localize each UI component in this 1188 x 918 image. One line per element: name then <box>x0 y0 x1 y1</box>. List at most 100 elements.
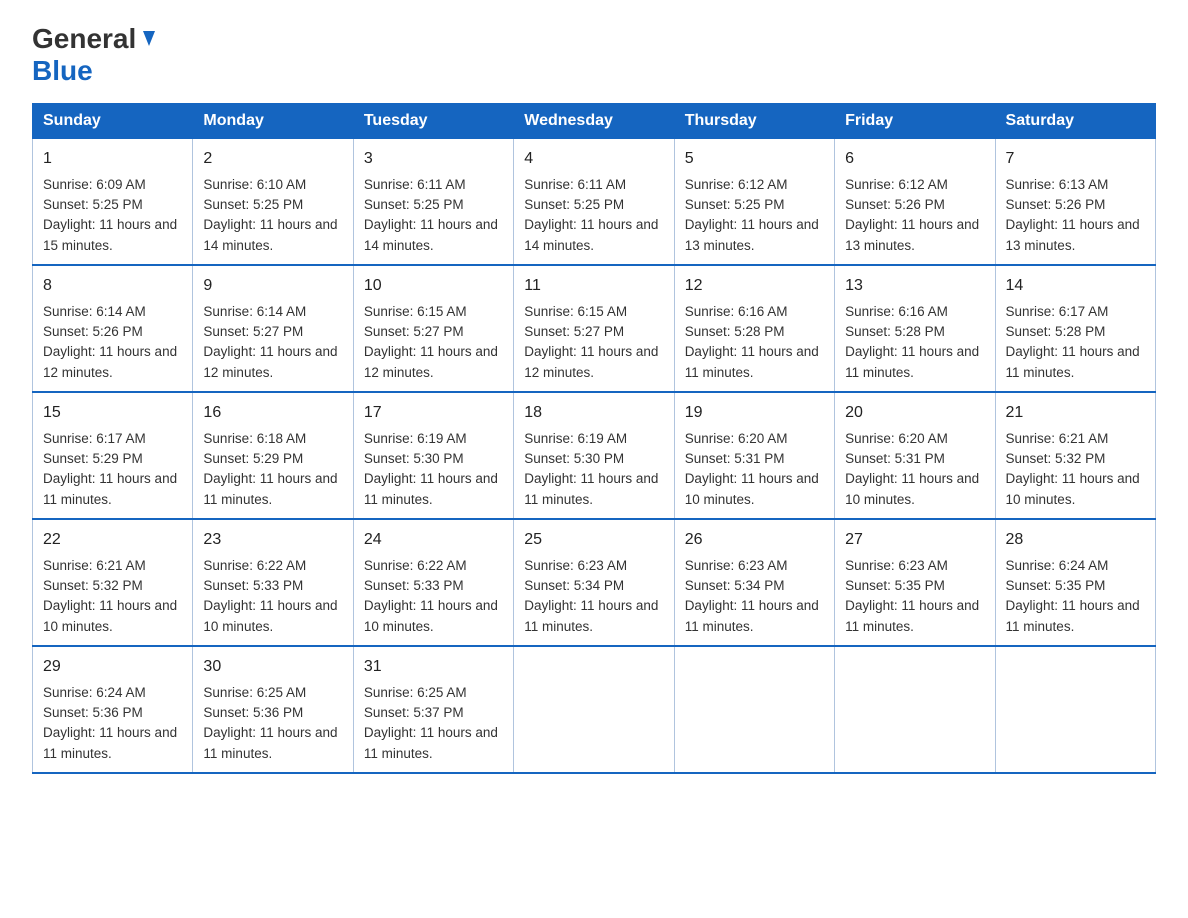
daylight-text: Daylight: 11 hours and 13 minutes. <box>685 217 819 252</box>
sunrise-text: Sunrise: 6:11 AM <box>364 177 466 192</box>
daylight-text: Daylight: 11 hours and 12 minutes. <box>364 344 498 379</box>
logo-arrow-icon <box>138 28 160 50</box>
day-number: 7 <box>1006 147 1145 171</box>
day-number: 26 <box>685 528 824 552</box>
calendar-cell: 16 Sunrise: 6:18 AM Sunset: 5:29 PM Dayl… <box>193 392 353 519</box>
sunrise-text: Sunrise: 6:19 AM <box>524 431 627 446</box>
sunrise-text: Sunrise: 6:24 AM <box>1006 558 1109 573</box>
sunrise-text: Sunrise: 6:17 AM <box>43 431 146 446</box>
week-row-2: 8 Sunrise: 6:14 AM Sunset: 5:26 PM Dayli… <box>33 265 1156 392</box>
calendar-cell: 8 Sunrise: 6:14 AM Sunset: 5:26 PM Dayli… <box>33 265 193 392</box>
daylight-text: Daylight: 11 hours and 11 minutes. <box>43 471 177 506</box>
day-number: 3 <box>364 147 503 171</box>
daylight-text: Daylight: 11 hours and 11 minutes. <box>203 725 337 760</box>
daylight-text: Daylight: 11 hours and 11 minutes. <box>524 471 658 506</box>
day-number: 10 <box>364 274 503 298</box>
sunrise-text: Sunrise: 6:14 AM <box>203 304 306 319</box>
day-number: 22 <box>43 528 182 552</box>
sunset-text: Sunset: 5:27 PM <box>203 324 303 339</box>
sunrise-text: Sunrise: 6:23 AM <box>685 558 788 573</box>
sunset-text: Sunset: 5:31 PM <box>685 451 785 466</box>
calendar-table: SundayMondayTuesdayWednesdayThursdayFrid… <box>32 103 1156 774</box>
day-number: 8 <box>43 274 182 298</box>
calendar-cell: 1 Sunrise: 6:09 AM Sunset: 5:25 PM Dayli… <box>33 138 193 265</box>
sunset-text: Sunset: 5:34 PM <box>524 578 624 593</box>
day-number: 21 <box>1006 401 1145 425</box>
calendar-cell: 17 Sunrise: 6:19 AM Sunset: 5:30 PM Dayl… <box>353 392 513 519</box>
day-number: 25 <box>524 528 663 552</box>
calendar-cell: 9 Sunrise: 6:14 AM Sunset: 5:27 PM Dayli… <box>193 265 353 392</box>
day-number: 13 <box>845 274 984 298</box>
sunset-text: Sunset: 5:27 PM <box>524 324 624 339</box>
calendar-cell: 19 Sunrise: 6:20 AM Sunset: 5:31 PM Dayl… <box>674 392 834 519</box>
day-number: 5 <box>685 147 824 171</box>
sunrise-text: Sunrise: 6:25 AM <box>203 685 306 700</box>
calendar-cell: 21 Sunrise: 6:21 AM Sunset: 5:32 PM Dayl… <box>995 392 1155 519</box>
sunrise-text: Sunrise: 6:15 AM <box>524 304 627 319</box>
sunrise-text: Sunrise: 6:22 AM <box>203 558 306 573</box>
daylight-text: Daylight: 11 hours and 11 minutes. <box>524 598 658 633</box>
day-number: 23 <box>203 528 342 552</box>
daylight-text: Daylight: 11 hours and 11 minutes. <box>364 725 498 760</box>
sunset-text: Sunset: 5:32 PM <box>1006 451 1106 466</box>
sunset-text: Sunset: 5:35 PM <box>1006 578 1106 593</box>
sunrise-text: Sunrise: 6:14 AM <box>43 304 146 319</box>
sunrise-text: Sunrise: 6:16 AM <box>845 304 948 319</box>
sunrise-text: Sunrise: 6:12 AM <box>685 177 788 192</box>
daylight-text: Daylight: 11 hours and 10 minutes. <box>43 598 177 633</box>
day-number: 9 <box>203 274 342 298</box>
day-header-saturday: Saturday <box>995 103 1155 138</box>
day-header-sunday: Sunday <box>33 103 193 138</box>
sunset-text: Sunset: 5:25 PM <box>43 197 143 212</box>
sunset-text: Sunset: 5:29 PM <box>43 451 143 466</box>
daylight-text: Daylight: 11 hours and 11 minutes. <box>845 344 979 379</box>
sunset-text: Sunset: 5:26 PM <box>845 197 945 212</box>
sunrise-text: Sunrise: 6:23 AM <box>524 558 627 573</box>
calendar-cell: 10 Sunrise: 6:15 AM Sunset: 5:27 PM Dayl… <box>353 265 513 392</box>
daylight-text: Daylight: 11 hours and 11 minutes. <box>685 344 819 379</box>
day-number: 29 <box>43 655 182 679</box>
sunrise-text: Sunrise: 6:21 AM <box>43 558 146 573</box>
daylight-text: Daylight: 11 hours and 12 minutes. <box>524 344 658 379</box>
sunset-text: Sunset: 5:36 PM <box>203 705 303 720</box>
sunset-text: Sunset: 5:33 PM <box>364 578 464 593</box>
day-header-wednesday: Wednesday <box>514 103 674 138</box>
logo-general: General <box>32 24 136 55</box>
sunrise-text: Sunrise: 6:10 AM <box>203 177 306 192</box>
calendar-cell: 6 Sunrise: 6:12 AM Sunset: 5:26 PM Dayli… <box>835 138 995 265</box>
day-number: 17 <box>364 401 503 425</box>
daylight-text: Daylight: 11 hours and 10 minutes. <box>203 598 337 633</box>
calendar-cell: 11 Sunrise: 6:15 AM Sunset: 5:27 PM Dayl… <box>514 265 674 392</box>
sunrise-text: Sunrise: 6:17 AM <box>1006 304 1109 319</box>
sunrise-text: Sunrise: 6:18 AM <box>203 431 306 446</box>
calendar-cell: 28 Sunrise: 6:24 AM Sunset: 5:35 PM Dayl… <box>995 519 1155 646</box>
calendar-cell: 4 Sunrise: 6:11 AM Sunset: 5:25 PM Dayli… <box>514 138 674 265</box>
daylight-text: Daylight: 11 hours and 11 minutes. <box>1006 598 1140 633</box>
calendar-cell: 25 Sunrise: 6:23 AM Sunset: 5:34 PM Dayl… <box>514 519 674 646</box>
sunset-text: Sunset: 5:28 PM <box>1006 324 1106 339</box>
daylight-text: Daylight: 11 hours and 14 minutes. <box>364 217 498 252</box>
sunset-text: Sunset: 5:36 PM <box>43 705 143 720</box>
logo: General Blue <box>32 24 160 87</box>
daylight-text: Daylight: 11 hours and 11 minutes. <box>43 725 177 760</box>
day-number: 18 <box>524 401 663 425</box>
daylight-text: Daylight: 11 hours and 13 minutes. <box>845 217 979 252</box>
daylight-text: Daylight: 11 hours and 11 minutes. <box>364 471 498 506</box>
sunrise-text: Sunrise: 6:19 AM <box>364 431 467 446</box>
day-number: 15 <box>43 401 182 425</box>
sunrise-text: Sunrise: 6:20 AM <box>845 431 948 446</box>
daylight-text: Daylight: 11 hours and 12 minutes. <box>203 344 337 379</box>
daylight-text: Daylight: 11 hours and 10 minutes. <box>1006 471 1140 506</box>
day-header-friday: Friday <box>835 103 995 138</box>
sunrise-text: Sunrise: 6:11 AM <box>524 177 626 192</box>
sunrise-text: Sunrise: 6:23 AM <box>845 558 948 573</box>
sunrise-text: Sunrise: 6:20 AM <box>685 431 788 446</box>
sunset-text: Sunset: 5:28 PM <box>845 324 945 339</box>
sunrise-text: Sunrise: 6:15 AM <box>364 304 467 319</box>
calendar-cell <box>995 646 1155 773</box>
daylight-text: Daylight: 11 hours and 10 minutes. <box>364 598 498 633</box>
sunset-text: Sunset: 5:27 PM <box>364 324 464 339</box>
sunset-text: Sunset: 5:35 PM <box>845 578 945 593</box>
day-header-thursday: Thursday <box>674 103 834 138</box>
calendar-cell: 20 Sunrise: 6:20 AM Sunset: 5:31 PM Dayl… <box>835 392 995 519</box>
